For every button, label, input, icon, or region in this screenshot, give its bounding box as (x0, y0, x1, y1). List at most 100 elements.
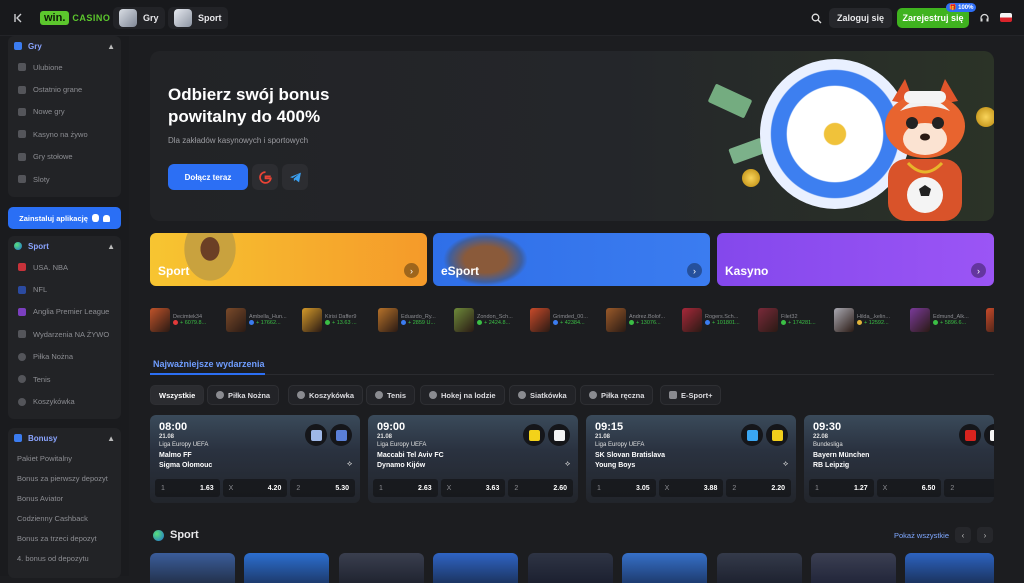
category-label: eSport (441, 264, 480, 278)
collapse-sidebar-icon[interactable] (10, 10, 26, 26)
sidebar-item-nfl[interactable]: NFL (8, 278, 121, 300)
filter-volleyball[interactable]: Siatkówka (509, 385, 576, 405)
odd-away-button[interactable]: 29 (944, 479, 994, 497)
sidebar-games-title: Gry (28, 41, 42, 51)
winner-info: Zondon_Sch... + 2424.8... (477, 314, 513, 326)
category-card-sport[interactable]: Sport › (150, 233, 427, 286)
filter-football[interactable]: Piłka Nożna (207, 385, 280, 405)
athlete-card[interactable] (339, 553, 424, 583)
cards-icon (18, 130, 26, 139)
odd-home-button[interactable]: 1 2.63 (373, 479, 438, 497)
language-flag-icon[interactable] (1000, 13, 1012, 22)
sidebar-item-live-events[interactable]: Wydarzenia NA ŻYWO (8, 323, 121, 345)
filter-ice-hockey[interactable]: Hokej na lodzie (420, 385, 505, 405)
game-thumbnail (378, 308, 398, 332)
match-league: Bundesliga (813, 442, 843, 448)
tennis-icon (375, 391, 383, 399)
athlete-card[interactable] (244, 553, 329, 583)
match-card[interactable]: 09:30 22.08 Bundesliga Bayern München RB… (804, 415, 994, 503)
logo[interactable]: win. CASINO (40, 11, 110, 25)
tab-sport[interactable]: Sport (168, 7, 228, 29)
odd-draw-button[interactable]: X 3.63 (440, 479, 506, 497)
next-arrow-button[interactable]: › (977, 527, 993, 543)
winner-item[interactable]: Decimtek34 + 6079.8... (150, 307, 222, 333)
winner-item[interactable]: Hilda_.kelin... + 12592... (834, 307, 906, 333)
match-card[interactable]: 08:00 21.08 Liga Europy UEFA Malmo FF Si… (150, 415, 360, 503)
filter-handball[interactable]: Piłka ręczna (580, 385, 654, 405)
support-icon[interactable] (976, 10, 992, 26)
filter-tennis[interactable]: Tenis (366, 385, 416, 405)
sidebar-item-label: NFL (33, 285, 48, 295)
sidebar-sport-header[interactable]: Sport ▲ (8, 236, 121, 256)
sidebar-item-fourth-deposit[interactable]: 4. bonus od depozytu (8, 548, 121, 568)
sidebar-item-favorites[interactable]: Ulubione (8, 56, 121, 78)
stats-icon[interactable]: ⟡ (783, 459, 788, 469)
login-button[interactable]: Zaloguj się (829, 8, 892, 28)
sidebar-item-tennis[interactable]: Tenis (8, 368, 121, 390)
winner-item[interactable]: Ambella_Hun... + 17662... (226, 307, 298, 333)
athlete-card[interactable] (528, 553, 613, 583)
sidebar-item-first-deposit[interactable]: Bonus za pierwszy depozyt (8, 468, 121, 488)
sidebar-item-premier-league[interactable]: Anglia Premier League (8, 301, 121, 323)
filter-basketball[interactable]: Koszykówka (288, 385, 364, 405)
sidebar-item-football[interactable]: Piłka Nożna (8, 346, 121, 368)
winner-item[interactable]: Andrez.Bolof... + 13076... (606, 307, 678, 333)
athlete-card[interactable] (811, 553, 896, 583)
sidebar-bonuses-header[interactable]: Bonusy ▲ (8, 428, 121, 448)
sidebar-item-recent[interactable]: Ostatnio grane (8, 78, 121, 100)
telegram-login-button[interactable] (282, 164, 308, 190)
filter-esport[interactable]: E-Sport+ (660, 385, 722, 405)
search-icon[interactable] (807, 9, 825, 27)
category-card-esport[interactable]: eSport › (433, 233, 710, 286)
winner-item[interactable] (986, 307, 994, 333)
stats-icon[interactable]: ⟡ (347, 459, 352, 469)
match-card[interactable]: 09:15 21.08 Liga Europy UEFA SK Slovan B… (586, 415, 796, 503)
install-app-button[interactable]: Zainstaluj aplikację (8, 207, 121, 229)
winner-item[interactable]: Filet32 + 174281... (758, 307, 830, 333)
sidebar-item-third-deposit[interactable]: Bonus za trzeci depozyt (8, 528, 121, 548)
winner-item[interactable]: Edmund_Alk... + 5896.6... (910, 307, 982, 333)
google-login-button[interactable] (252, 164, 278, 190)
match-league: Liga Europy UEFA (159, 442, 209, 448)
sidebar-item-cashback[interactable]: Codzienny Cashback (8, 508, 121, 528)
away-jersey-icon (330, 424, 352, 446)
category-card-casino[interactable]: Kasyno › (717, 233, 994, 286)
sidebar-item-welcome-pack[interactable]: Pakiet Powitalny (8, 448, 121, 468)
odd-home-button[interactable]: 1 1.63 (155, 479, 220, 497)
athlete-card[interactable] (905, 553, 994, 583)
sidebar-item-table-games[interactable]: Gry stołowe (8, 146, 121, 168)
tab-games[interactable]: Gry (113, 7, 165, 29)
odd-draw-button[interactable]: X 6.50 (876, 479, 942, 497)
sidebar-item-aviator[interactable]: Bonus Aviator (8, 488, 121, 508)
prev-arrow-button[interactable]: ‹ (955, 527, 971, 543)
sidebar-games-header[interactable]: Gry ▲ (8, 36, 121, 56)
stats-icon[interactable]: ⟡ (565, 459, 570, 469)
sidebar-item-slots[interactable]: Sloty (8, 168, 121, 190)
winner-item[interactable]: Rogers.Sch... + 101801... (682, 307, 754, 333)
odd-draw-button[interactable]: X 3.88 (658, 479, 724, 497)
odd-home-button[interactable]: 1 1.27 (809, 479, 874, 497)
winner-item[interactable]: Kirisi Daffer9 + 13.63 ... (302, 307, 374, 333)
winner-item[interactable]: Eduardo_Ry... + 2859 U... (378, 307, 450, 333)
sidebar-item-basketball[interactable]: Koszykówka (8, 390, 121, 412)
filter-label: Wszystkie (159, 390, 196, 400)
join-now-button[interactable]: Dołącz teraz (168, 164, 248, 190)
odd-away-button[interactable]: 2 5.30 (290, 479, 356, 497)
winner-item[interactable]: Zondon_Sch... + 2424.8... (454, 307, 526, 333)
match-card[interactable]: 09:00 21.08 Liga Europy UEFA Maccabi Tel… (368, 415, 578, 503)
sidebar-item-new[interactable]: Nowe gry (8, 101, 121, 123)
show-all-link[interactable]: Pokaż wszystkie (894, 531, 949, 540)
athlete-card[interactable] (717, 553, 802, 583)
athlete-card[interactable] (433, 553, 518, 583)
odd-away-button[interactable]: 2 2.60 (508, 479, 574, 497)
athlete-card[interactable] (150, 553, 235, 583)
athlete-card[interactable] (622, 553, 707, 583)
odd-home-button[interactable]: 1 3.05 (591, 479, 656, 497)
odd-draw-button[interactable]: X 4.20 (222, 479, 288, 497)
top-events-title[interactable]: Najważniejsze wydarzenia (153, 359, 265, 369)
sidebar-item-live-casino[interactable]: Kasyno na żywo (8, 123, 121, 145)
odd-away-button[interactable]: 2 2.20 (726, 479, 792, 497)
sidebar-item-nba[interactable]: USA. NBA (8, 256, 121, 278)
filter-all[interactable]: Wszystkie (150, 385, 205, 405)
winner-item[interactable]: Grimded_00... + 42384... (530, 307, 602, 333)
